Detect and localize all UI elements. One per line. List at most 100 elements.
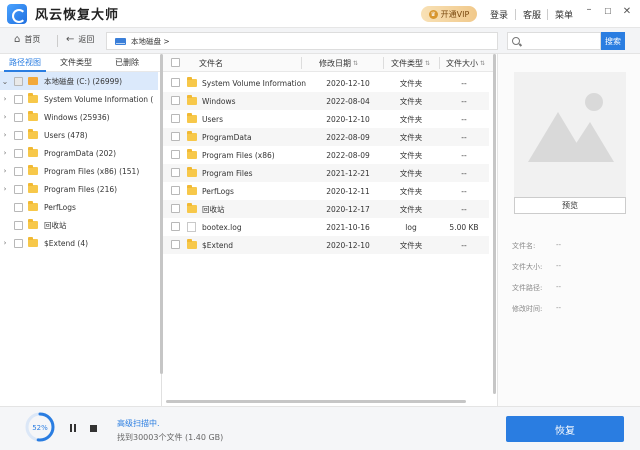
chevron-right-icon[interactable]: › xyxy=(0,113,10,121)
preview-button[interactable]: 预览 xyxy=(514,197,626,214)
home-label: 首页 xyxy=(24,35,41,44)
tree-item-label: ProgramData (202) xyxy=(44,148,117,158)
row-checkbox[interactable] xyxy=(171,204,180,213)
tree-item[interactable]: › System Volume Information ( xyxy=(0,90,158,108)
tree-item-label: 本地磁盘 (C:) (26999) xyxy=(44,76,123,86)
row-checkbox[interactable] xyxy=(171,114,180,123)
tree-item[interactable]: › Windows (25936) xyxy=(0,108,158,126)
tree-item[interactable]: › $Extend (4) xyxy=(0,234,158,252)
tree-item[interactable]: › Program Files (216) xyxy=(0,180,158,198)
back-button[interactable]: ← 返回 xyxy=(66,34,94,45)
column-name-header[interactable]: 文件名 xyxy=(199,54,223,72)
tree-item-label: Users (478) xyxy=(44,130,88,140)
column-type-header[interactable]: 文件类型 ⇅ xyxy=(391,54,430,72)
tree-checkbox[interactable] xyxy=(14,130,23,140)
chevron-right-icon[interactable]: › xyxy=(0,239,10,247)
row-checkbox[interactable] xyxy=(171,132,180,141)
home-button[interactable]: ⌂ 首页 xyxy=(14,34,40,45)
sort-icon: ⇅ xyxy=(425,59,431,67)
table-row[interactable]: bootex.log 2021-10-16 log 5.00 KB xyxy=(163,218,489,236)
cell-date: 2020-12-10 xyxy=(326,240,370,250)
divider xyxy=(547,9,548,20)
app-title: 风云恢复大师 xyxy=(35,8,120,23)
tree-checkbox[interactable] xyxy=(14,166,23,176)
row-checkbox[interactable] xyxy=(171,240,180,249)
folder-icon xyxy=(187,185,197,195)
tab-file-type[interactable]: 文件类型 xyxy=(50,54,102,71)
folder-icon xyxy=(28,219,38,229)
tree-item-label: 回收站 xyxy=(44,220,67,230)
column-date-header[interactable]: 修改日期 ⇅ xyxy=(319,54,358,72)
row-checkbox[interactable] xyxy=(171,222,180,231)
menu-link[interactable]: 菜单 xyxy=(555,8,573,21)
minimize-icon[interactable]: – xyxy=(584,5,594,15)
chevron-right-icon[interactable]: › xyxy=(0,167,10,175)
row-checkbox[interactable] xyxy=(171,168,180,177)
tree-checkbox[interactable] xyxy=(14,220,23,230)
folder-icon xyxy=(187,149,197,159)
tab-deleted[interactable]: 已删除 xyxy=(102,54,152,71)
drive-icon xyxy=(28,77,38,85)
recover-button[interactable]: 恢复 xyxy=(506,416,624,442)
pause-icon[interactable] xyxy=(70,424,77,432)
row-checkbox[interactable] xyxy=(171,150,180,159)
cell-size: -- xyxy=(461,96,467,106)
tree-checkbox[interactable] xyxy=(14,184,23,194)
tree-checkbox[interactable] xyxy=(14,148,23,158)
tree-item[interactable]: › Users (478) xyxy=(0,126,158,144)
table-scrollbar[interactable] xyxy=(493,54,496,394)
cell-size: -- xyxy=(461,78,467,88)
table-row[interactable]: Windows 2022-08-04 文件夹 -- xyxy=(163,92,489,110)
row-checkbox[interactable] xyxy=(171,96,180,105)
tab-path-view[interactable]: 路径视图 xyxy=(0,54,50,72)
chevron-right-icon[interactable]: › xyxy=(0,149,10,157)
select-all-checkbox[interactable] xyxy=(171,58,180,67)
table-row[interactable]: System Volume Information 2020-12-10 文件夹 -- xyxy=(163,74,489,92)
table-row[interactable]: Users 2020-12-10 文件夹 -- xyxy=(163,110,489,128)
info-filesize-label: 文件大小: xyxy=(512,263,543,271)
cell-date: 2020-12-10 xyxy=(326,78,370,88)
close-icon[interactable]: ✕ xyxy=(622,7,632,17)
chevron-right-icon[interactable]: › xyxy=(0,131,10,139)
maximize-icon[interactable]: ☐ xyxy=(603,7,613,17)
table-row[interactable]: PerfLogs 2020-12-11 文件夹 -- xyxy=(163,182,489,200)
table-row[interactable]: ProgramData 2022-08-09 文件夹 -- xyxy=(163,128,489,146)
row-checkbox[interactable] xyxy=(171,78,180,87)
tree-item[interactable]: 回收站 xyxy=(0,216,158,234)
table-row[interactable]: 回收站 2020-12-17 文件夹 -- xyxy=(163,200,489,218)
chevron-right-icon[interactable]: ⌄ xyxy=(0,77,10,86)
row-checkbox[interactable] xyxy=(171,186,180,195)
disk-icon xyxy=(115,37,126,45)
chevron-right-icon[interactable]: › xyxy=(0,185,10,193)
table-row[interactable]: Program Files (x86) 2022-08-09 文件夹 -- xyxy=(163,146,489,164)
cell-size: -- xyxy=(461,240,467,250)
horizontal-scrollbar[interactable] xyxy=(166,400,466,403)
vip-button[interactable]: ♛ 开通VIP xyxy=(421,6,477,22)
table-row[interactable]: $Extend 2020-12-10 文件夹 -- xyxy=(163,236,489,254)
tree-checkbox[interactable] xyxy=(14,94,23,104)
tree-item[interactable]: › Program Files (x86) (151) xyxy=(0,162,158,180)
cell-date: 2021-12-21 xyxy=(326,168,370,178)
cell-date: 2020-12-17 xyxy=(326,204,370,214)
tree-checkbox[interactable] xyxy=(14,238,23,248)
folder-icon xyxy=(28,165,38,175)
breadcrumb[interactable]: 本地磁盘 > xyxy=(106,32,498,50)
search-button[interactable]: 搜索 xyxy=(601,32,625,50)
tree-checkbox[interactable] xyxy=(14,202,23,212)
stop-icon[interactable] xyxy=(90,425,97,432)
tree-item-label: Program Files (216) xyxy=(44,184,118,194)
tree-item[interactable]: PerfLogs xyxy=(0,198,158,216)
service-link[interactable]: 客服 xyxy=(523,8,541,21)
column-size-header[interactable]: 文件大小 ⇅ xyxy=(446,54,485,72)
toolbar: ⌂ 首页 ← 返回 本地磁盘 > 搜索 xyxy=(0,28,640,54)
tree-checkbox[interactable] xyxy=(14,112,23,122)
tree-checkbox[interactable] xyxy=(14,76,23,86)
cell-size: -- xyxy=(461,168,467,178)
table-row[interactable]: Program Files 2021-12-21 文件夹 -- xyxy=(163,164,489,182)
progress-ring: 52% xyxy=(25,412,55,442)
tree-item[interactable]: › ProgramData (202) xyxy=(0,144,158,162)
login-link[interactable]: 登录 xyxy=(490,8,508,21)
chevron-right-icon[interactable]: › xyxy=(0,95,10,103)
search-input[interactable] xyxy=(507,32,601,50)
tree-item[interactable]: ⌄ 本地磁盘 (C:) (26999) xyxy=(0,72,158,90)
